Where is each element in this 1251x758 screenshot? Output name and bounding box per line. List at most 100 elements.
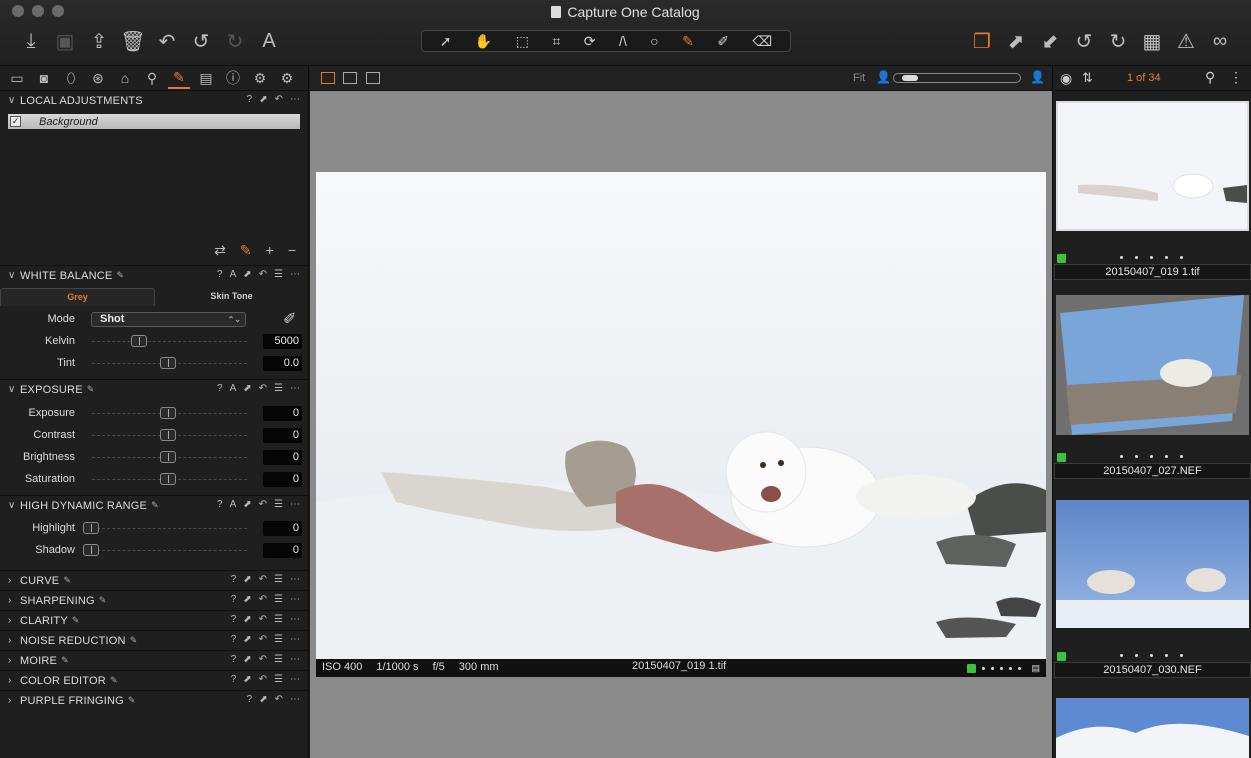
kelvin-slider[interactable] — [130, 335, 147, 347]
white-balance-header[interactable]: ∨ WHITE BALANCE ✎ ? A ⬈ ↶ ☰ ⋯ — [0, 266, 308, 285]
rating-dot[interactable] — [1018, 667, 1022, 670]
rating-dot[interactable] — [1135, 654, 1138, 657]
eraser-icon[interactable]: ⌫ — [752, 33, 772, 50]
detach-icon[interactable]: ⬈ — [243, 574, 251, 585]
help-icon[interactable]: ? — [217, 269, 223, 280]
rating-dot[interactable] — [1180, 256, 1183, 259]
detach-icon[interactable]: ⬈ — [243, 499, 251, 510]
more-icon[interactable]: ⋯ — [290, 694, 300, 705]
reset-icon[interactable]: ↶ — [259, 674, 267, 685]
auto-icon[interactable]: A — [230, 269, 237, 280]
multi-view-icon[interactable] — [321, 72, 335, 84]
crop-icon[interactable]: ⌗ — [552, 33, 560, 50]
color-tag-icon[interactable] — [967, 664, 977, 673]
contrast-field[interactable]: 0 — [263, 428, 302, 443]
color-editor-header[interactable]: › COLOR EDITOR ✎? ⬈ ↶ ☰ ⋯ — [0, 671, 308, 690]
more-icon[interactable]: ⋯ — [290, 574, 300, 585]
collapse-icon[interactable]: ⬋ — [1033, 26, 1067, 56]
detach-icon[interactable]: ⬈ — [243, 674, 251, 685]
settings-tab-icon[interactable]: ⚙ — [249, 67, 271, 89]
tab-grey[interactable]: Grey — [0, 288, 155, 306]
detach-icon[interactable]: ⬈ — [243, 269, 251, 280]
highlight-slider[interactable] — [83, 522, 99, 534]
thumbnail-1[interactable] — [1056, 101, 1249, 231]
reset-icon[interactable]: ↶ — [259, 654, 267, 665]
rating-dot[interactable] — [1165, 455, 1168, 458]
rating-dot[interactable] — [1135, 455, 1138, 458]
help-icon[interactable]: ? — [231, 614, 237, 625]
main-image[interactable] — [316, 172, 1046, 659]
redo-icon[interactable]: ↻ — [218, 26, 252, 56]
tint-field[interactable]: 0.0 — [263, 356, 302, 371]
zoom-slider[interactable] — [893, 73, 1021, 83]
help-icon[interactable]: ? — [231, 634, 237, 645]
highlight-field[interactable]: 0 — [263, 521, 302, 536]
layer-brush-icon[interactable]: ✎ — [240, 242, 252, 259]
detach-icon[interactable]: ⬈ — [259, 94, 267, 105]
detach-icon[interactable]: ⬈ — [243, 614, 251, 625]
library-tab-icon[interactable]: ▭ — [6, 67, 28, 89]
rating-dot[interactable] — [982, 667, 986, 670]
detach-icon[interactable]: ⬈ — [243, 383, 251, 394]
rating-dot[interactable] — [1165, 256, 1168, 259]
details-tab-icon[interactable]: ⚲ — [141, 67, 163, 89]
help-icon[interactable]: ? — [231, 594, 237, 605]
moire-header[interactable]: › MOIRE ✎? ⬈ ↶ ☰ ⋯ — [0, 651, 308, 670]
presets-icon[interactable]: ☰ — [274, 654, 283, 665]
reset-icon[interactable]: ↶ — [275, 694, 283, 705]
rating-dot[interactable] — [1009, 667, 1013, 670]
help-icon[interactable]: ? — [247, 94, 253, 105]
clarity-header[interactable]: › CLARITY ✎? ⬈ ↶ ☰ ⋯ — [0, 611, 308, 630]
more-icon[interactable]: ⋯ — [290, 654, 300, 665]
hdr-header[interactable]: ∨ HIGH DYNAMIC RANGE ✎ ? A ⬈ ↶ ☰ ⋯ — [0, 496, 308, 515]
mode-select[interactable]: Shot — [91, 312, 246, 327]
exposure-tab-icon[interactable]: ⌂ — [114, 67, 136, 89]
info-tab-icon[interactable]: ⓘ — [222, 67, 244, 89]
thumb-2-name[interactable]: 20150407_027.NEF — [1054, 463, 1251, 479]
rotate-right-icon[interactable]: ↻ — [1101, 26, 1135, 56]
auto-icon[interactable]: A — [230, 499, 237, 510]
highlight-track[interactable] — [92, 528, 247, 529]
more-icon[interactable]: ⋯ — [290, 499, 300, 510]
presets-icon[interactable]: ☰ — [274, 383, 283, 394]
reset-icon[interactable]: ↶ — [259, 614, 267, 625]
thumbnail-3[interactable] — [1056, 500, 1249, 628]
color-tab-icon[interactable]: ⊛ — [87, 67, 109, 89]
purple-fringing-header[interactable]: › PURPLE FRINGING ✎? ⬈ ↶ ⋯ — [0, 691, 308, 710]
rating-dot[interactable] — [1150, 256, 1153, 259]
eye-icon[interactable]: ◉ — [1060, 70, 1072, 87]
more-icon[interactable]: ⋯ — [290, 674, 300, 685]
presets-icon[interactable]: ☰ — [274, 614, 283, 625]
batch-tab-icon[interactable]: ⚙ — [276, 67, 298, 89]
pan-hand-icon[interactable]: ✋ — [475, 33, 492, 50]
rotate-icon[interactable]: ⟳ — [584, 33, 596, 50]
search-icon[interactable]: ⚲ — [1205, 69, 1215, 86]
noise-reduction-header[interactable]: › NOISE REDUCTION ✎? ⬈ ↶ ☰ ⋯ — [0, 631, 308, 650]
remove-layer-icon[interactable]: − — [288, 242, 296, 259]
more-icon[interactable]: ⋯ — [290, 614, 300, 625]
layer-row-background[interactable]: ✓ Background — [8, 114, 300, 129]
thumb-1-name[interactable]: 20150407_019 1.tif — [1054, 264, 1251, 280]
presets-icon[interactable]: ☰ — [274, 634, 283, 645]
reset-icon[interactable]: ↶ — [259, 574, 267, 585]
rating-dot[interactable] — [1180, 654, 1183, 657]
rating-dot[interactable] — [991, 667, 995, 670]
detach-icon[interactable]: ⬈ — [243, 594, 251, 605]
loupe-icon[interactable]: ⬚ — [516, 33, 529, 50]
more-icon[interactable]: ⋮ — [1229, 69, 1243, 86]
more-icon[interactable]: ⋯ — [290, 94, 300, 105]
brightness-slider[interactable] — [160, 451, 176, 463]
local-adjustments-header[interactable]: ∨ LOCAL ADJUSTMENTS ? ⬈ ↶ ⋯ — [0, 91, 308, 110]
camera-icon[interactable]: ▣ — [48, 26, 82, 56]
help-icon[interactable]: ? — [231, 674, 237, 685]
wb-picker-icon[interactable]: ✐ — [283, 309, 296, 329]
grid-icon[interactable]: ▦ — [1135, 26, 1169, 56]
undo-icon[interactable]: ↺ — [184, 26, 218, 56]
add-layer-icon[interactable]: + — [266, 242, 274, 259]
brightness-field[interactable]: 0 — [263, 450, 302, 465]
reset-icon[interactable]: ↶ — [259, 594, 267, 605]
presets-icon[interactable]: ☰ — [274, 269, 283, 280]
detach-icon[interactable]: ⬈ — [243, 654, 251, 665]
reset-icon[interactable]: ↶ — [259, 269, 267, 280]
curve-header[interactable]: › CURVE ✎? ⬈ ↶ ☰ ⋯ — [0, 571, 308, 590]
